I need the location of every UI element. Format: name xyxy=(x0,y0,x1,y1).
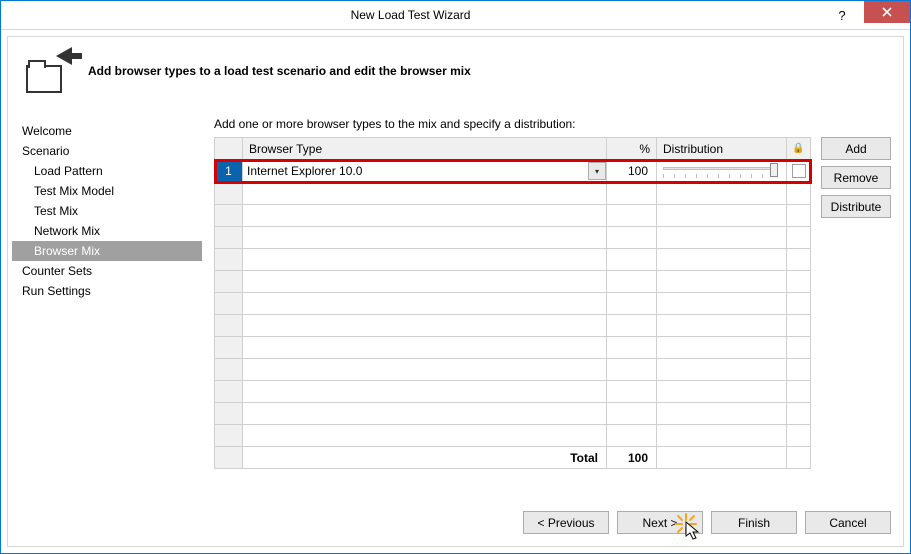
nav-item-load-pattern[interactable]: Load Pattern xyxy=(12,161,202,181)
cancel-button[interactable]: Cancel xyxy=(805,511,891,534)
nav-item-counter-sets[interactable]: Counter Sets xyxy=(12,261,202,281)
wizard-icon xyxy=(22,49,70,93)
next-button[interactable]: Next > xyxy=(617,511,703,534)
title-bar: New Load Test Wizard ? xyxy=(1,1,910,30)
table-caption: Add one or more browser types to the mix… xyxy=(214,115,891,137)
table-row xyxy=(215,381,811,403)
table-row xyxy=(215,359,811,381)
table-row xyxy=(215,227,811,249)
browser-type-column[interactable]: Browser Type xyxy=(243,138,607,160)
nav-item-test-mix[interactable]: Test Mix xyxy=(12,201,202,221)
browser-type-value: Internet Explorer 10.0 xyxy=(243,164,588,178)
finish-button[interactable]: Finish xyxy=(711,511,797,534)
remove-button[interactable]: Remove xyxy=(821,166,891,189)
total-percent: 100 xyxy=(607,447,657,469)
table-row xyxy=(215,183,811,205)
row-index-cell[interactable]: 1 xyxy=(215,160,243,183)
previous-button[interactable]: < Previous xyxy=(523,511,609,534)
browser-type-cell[interactable]: Internet Explorer 10.0▾ xyxy=(243,160,607,183)
nav-item-test-mix-model[interactable]: Test Mix Model xyxy=(12,181,202,201)
table-row xyxy=(215,205,811,227)
table-row xyxy=(215,337,811,359)
header-instruction: Add browser types to a load test scenari… xyxy=(88,64,471,78)
nav-item-scenario[interactable]: Scenario xyxy=(12,141,202,161)
percent-cell[interactable]: 100 xyxy=(607,160,657,183)
table-row xyxy=(215,315,811,337)
table-row xyxy=(215,271,811,293)
table-row[interactable]: 1Internet Explorer 10.0▾100 xyxy=(215,160,811,183)
total-row: Total 100 xyxy=(215,447,811,469)
help-button[interactable]: ? xyxy=(820,1,864,30)
distribution-column[interactable]: Distribution xyxy=(657,138,787,160)
nav-item-run-settings[interactable]: Run Settings xyxy=(12,281,202,301)
nav-item-welcome[interactable]: Welcome xyxy=(12,121,202,141)
total-label: Total xyxy=(243,447,607,469)
table-row xyxy=(215,425,811,447)
lock-column[interactable]: 🔒 xyxy=(787,138,811,160)
table-row xyxy=(215,403,811,425)
browser-type-dropdown[interactable]: Internet Explorer 10.0▾ xyxy=(243,160,606,182)
column-header-row: Browser Type % Distribution 🔒 xyxy=(215,138,811,160)
row-header-column xyxy=(215,138,243,160)
lock-checkbox[interactable] xyxy=(792,164,806,178)
add-button[interactable]: Add xyxy=(821,137,891,160)
distribution-cell[interactable] xyxy=(657,160,787,183)
lock-cell[interactable] xyxy=(787,160,811,183)
window-title: New Load Test Wizard xyxy=(1,8,820,22)
wizard-steps-nav: WelcomeScenarioLoad PatternTest Mix Mode… xyxy=(12,115,202,499)
wizard-footer: < Previous Next > Finish Cancel xyxy=(8,499,903,546)
wizard-header: Add browser types to a load test scenari… xyxy=(8,37,903,115)
close-button[interactable] xyxy=(864,1,910,23)
browser-mix-grid: Browser Type % Distribution 🔒 1Internet … xyxy=(214,137,811,469)
nav-item-network-mix[interactable]: Network Mix xyxy=(12,221,202,241)
nav-item-browser-mix[interactable]: Browser Mix xyxy=(12,241,202,261)
percent-column[interactable]: % xyxy=(607,138,657,160)
chevron-down-icon[interactable]: ▾ xyxy=(588,162,606,180)
table-row xyxy=(215,293,811,315)
close-icon xyxy=(882,7,892,17)
distribute-button[interactable]: Distribute xyxy=(821,195,891,218)
table-row xyxy=(215,249,811,271)
distribution-slider[interactable] xyxy=(661,162,782,180)
